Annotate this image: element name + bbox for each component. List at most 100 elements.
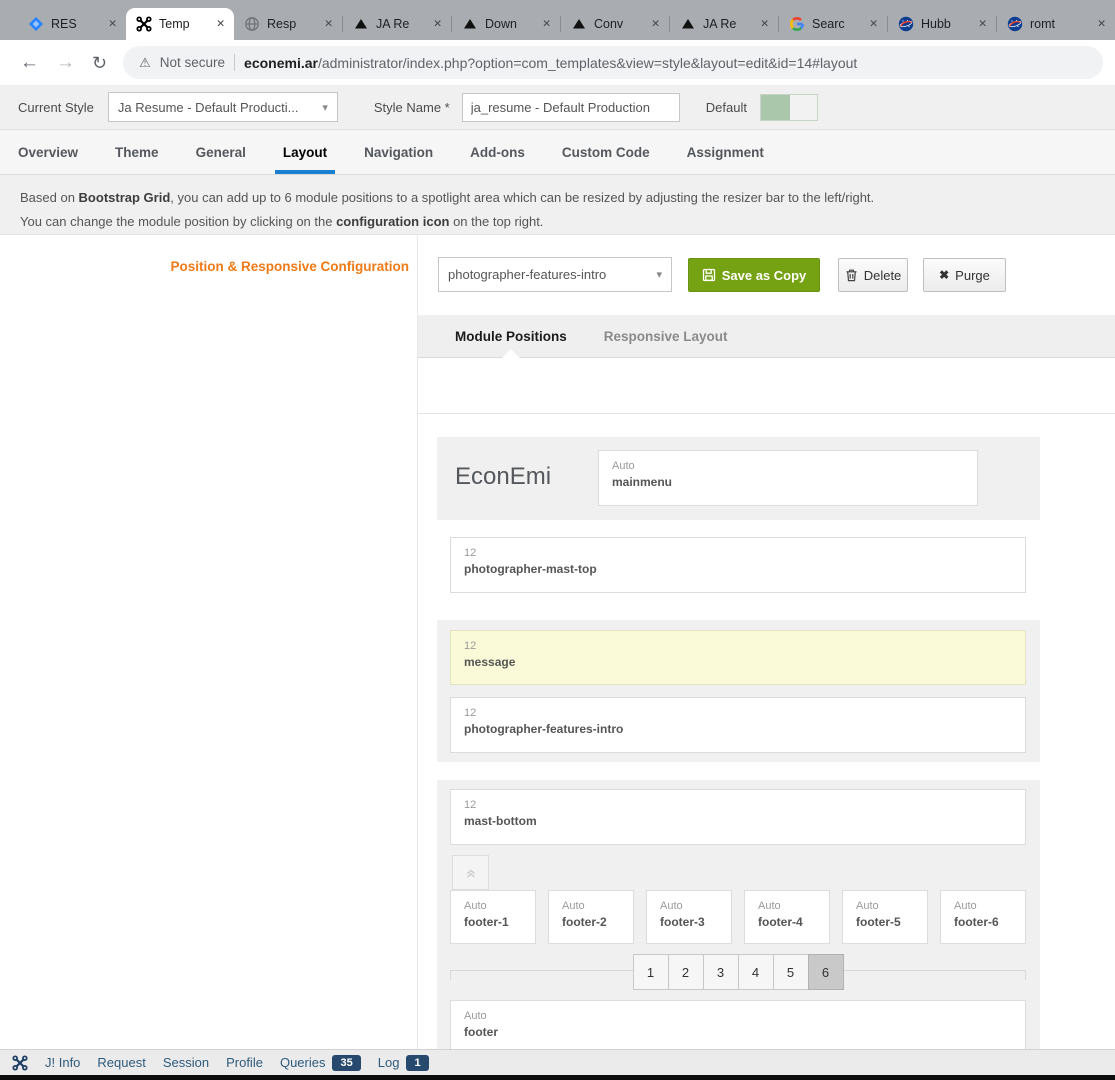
tab-assignment[interactable]: Assignment [687,130,764,174]
tab-addons[interactable]: Add-ons [470,130,525,174]
preview-footer-block: 12 mast-bottom Auto footer-1 Auto footer… [437,780,1040,1049]
reload-icon[interactable]: ↻ [92,54,107,72]
queries-count-badge: 35 [332,1054,361,1071]
browser-tab-hubble[interactable]: Hubb ✕ [888,8,996,40]
column-count-5[interactable]: 5 [772,954,809,990]
debug-session-link[interactable]: Session [163,1055,209,1070]
close-icon[interactable]: ✕ [430,17,445,31]
delete-button[interactable]: Delete [838,258,908,292]
browser-tab-strip: RES ✕ Temp ✕ Resp ✕ JA Re ✕ Down ✕ Conv … [0,0,1115,40]
google-icon [790,17,804,31]
save-as-copy-button[interactable]: Save as Copy [688,258,820,292]
purge-label: Purge [955,267,990,283]
style-name-label: Style Name * [373,99,450,115]
current-style-label: Current Style [18,99,94,115]
tab-label: romt [1030,17,1055,31]
default-toggle[interactable] [759,93,818,121]
browser-tab-resp[interactable]: Resp ✕ [234,8,342,40]
column-count-4[interactable]: 4 [737,954,774,990]
tab-theme[interactable]: Theme [115,130,159,174]
module-position-footer-4[interactable]: Auto footer-4 [744,890,830,944]
module-position-mainmenu[interactable]: Auto mainmenu [598,450,978,506]
browser-tab-conv[interactable]: Conv ✕ [561,8,669,40]
joomla-debug-bar: J! Info Request Session Profile Queries 3… [0,1049,1115,1075]
module-position-footer-2[interactable]: Auto footer-2 [548,890,634,944]
browser-tab-res[interactable]: RES ✕ [18,8,126,40]
globe-icon [245,17,259,31]
module-position-footer-6[interactable]: Auto footer-6 [940,890,1026,944]
module-position-mast-top[interactable]: 12 photographer-mast-top [450,537,1026,593]
nasa-icon [1007,16,1023,32]
template-nav-tabs: Overview Theme General Layout Navigation… [0,130,1115,175]
warning-icon: ⚠ [139,54,151,70]
close-icon[interactable]: ✕ [757,17,772,31]
tab-label: RES [51,17,77,31]
browser-tab-search[interactable]: Searc ✕ [779,8,887,40]
close-icon[interactable]: ✕ [975,17,990,31]
tab-module-positions[interactable]: Module Positions [455,315,567,357]
tab-custom-code[interactable]: Custom Code [562,130,650,174]
position-select[interactable]: photographer-features-intro ▾ [438,257,672,292]
module-position-mast-bottom[interactable]: 12 mast-bottom [450,789,1026,845]
column-count-6-selected[interactable]: 6 [807,954,844,990]
log-count-badge: 1 [406,1054,429,1071]
tab-navigation[interactable]: Navigation [364,130,433,174]
debug-request-link[interactable]: Request [97,1055,145,1070]
close-icon[interactable]: ✕ [539,17,554,31]
collapse-spotlight-button[interactable] [452,855,489,890]
close-icon[interactable]: ✕ [105,17,120,31]
url-bar[interactable]: ⚠ Not secure econemi.ar/administrator/in… [123,46,1103,79]
browser-tab-jare-2[interactable]: JA Re ✕ [670,8,778,40]
module-position-footer-5[interactable]: Auto footer-5 [842,890,928,944]
browser-tab-templates-active[interactable]: Temp ✕ [126,8,234,40]
back-icon[interactable]: ← [20,53,39,72]
module-position-footer[interactable]: Auto footer [450,1000,1026,1049]
content-divider [418,413,1115,414]
layout-subtab-bar: Module Positions Responsive Layout [418,315,1115,358]
x-icon: ✖ [939,268,950,282]
nasa-icon [898,16,914,32]
purge-button[interactable]: ✖ Purge [923,258,1006,292]
current-style-select[interactable]: Ja Resume - Default Producti... ▾ [107,92,338,122]
tab-general[interactable]: General [196,130,246,174]
browser-tab-jare-1[interactable]: JA Re ✕ [343,8,451,40]
close-icon[interactable]: ✕ [1094,17,1109,31]
debug-log-link[interactable]: Log 1 [378,1054,429,1071]
browser-tab-romt[interactable]: romt ✕ [997,8,1115,40]
module-position-message[interactable]: 12 message [450,630,1026,685]
debug-queries-link[interactable]: Queries 35 [280,1054,361,1071]
tab-layout[interactable]: Layout [274,130,336,174]
tab-label: Resp [267,17,297,31]
column-count-1[interactable]: 1 [632,954,669,990]
close-icon[interactable]: ✕ [648,17,663,31]
save-icon [702,268,715,282]
delete-label: Delete [863,267,902,283]
tab-overview[interactable]: Overview [18,130,78,174]
site-logo: EconEmi [455,463,552,490]
close-icon[interactable]: ✕ [866,17,881,31]
module-position-footer-3[interactable]: Auto footer-3 [646,890,732,944]
debug-profile-link[interactable]: Profile [226,1055,263,1070]
triangle-icon [682,19,694,29]
chevron-down-icon: ▾ [322,101,328,114]
module-position-footer-1[interactable]: Auto footer-1 [450,890,536,944]
forward-icon[interactable]: → [56,53,75,72]
column-count-3[interactable]: 3 [702,954,739,990]
tab-responsive-layout[interactable]: Responsive Layout [604,315,728,357]
triangle-icon [464,19,476,29]
tab-label: JA Re [703,17,737,31]
tab-label: Temp [159,17,190,31]
debug-info-link[interactable]: J! Info [45,1055,80,1070]
style-name-input[interactable] [461,92,680,122]
style-header-bar: Current Style Ja Resume - Default Produc… [0,85,1115,130]
close-icon[interactable]: ✕ [321,17,336,31]
url-domain: econemi.ar [244,54,318,71]
column-count-2[interactable]: 2 [667,954,704,990]
layout-main: Position & Responsive Configuration phot… [0,235,1115,1049]
jira-icon [29,17,43,31]
module-position-features-intro[interactable]: 12 photographer-features-intro [450,697,1026,753]
close-icon[interactable]: ✕ [213,17,228,31]
url-divider [234,54,236,71]
save-as-copy-label: Save as Copy [721,267,807,283]
browser-tab-down[interactable]: Down ✕ [452,8,560,40]
